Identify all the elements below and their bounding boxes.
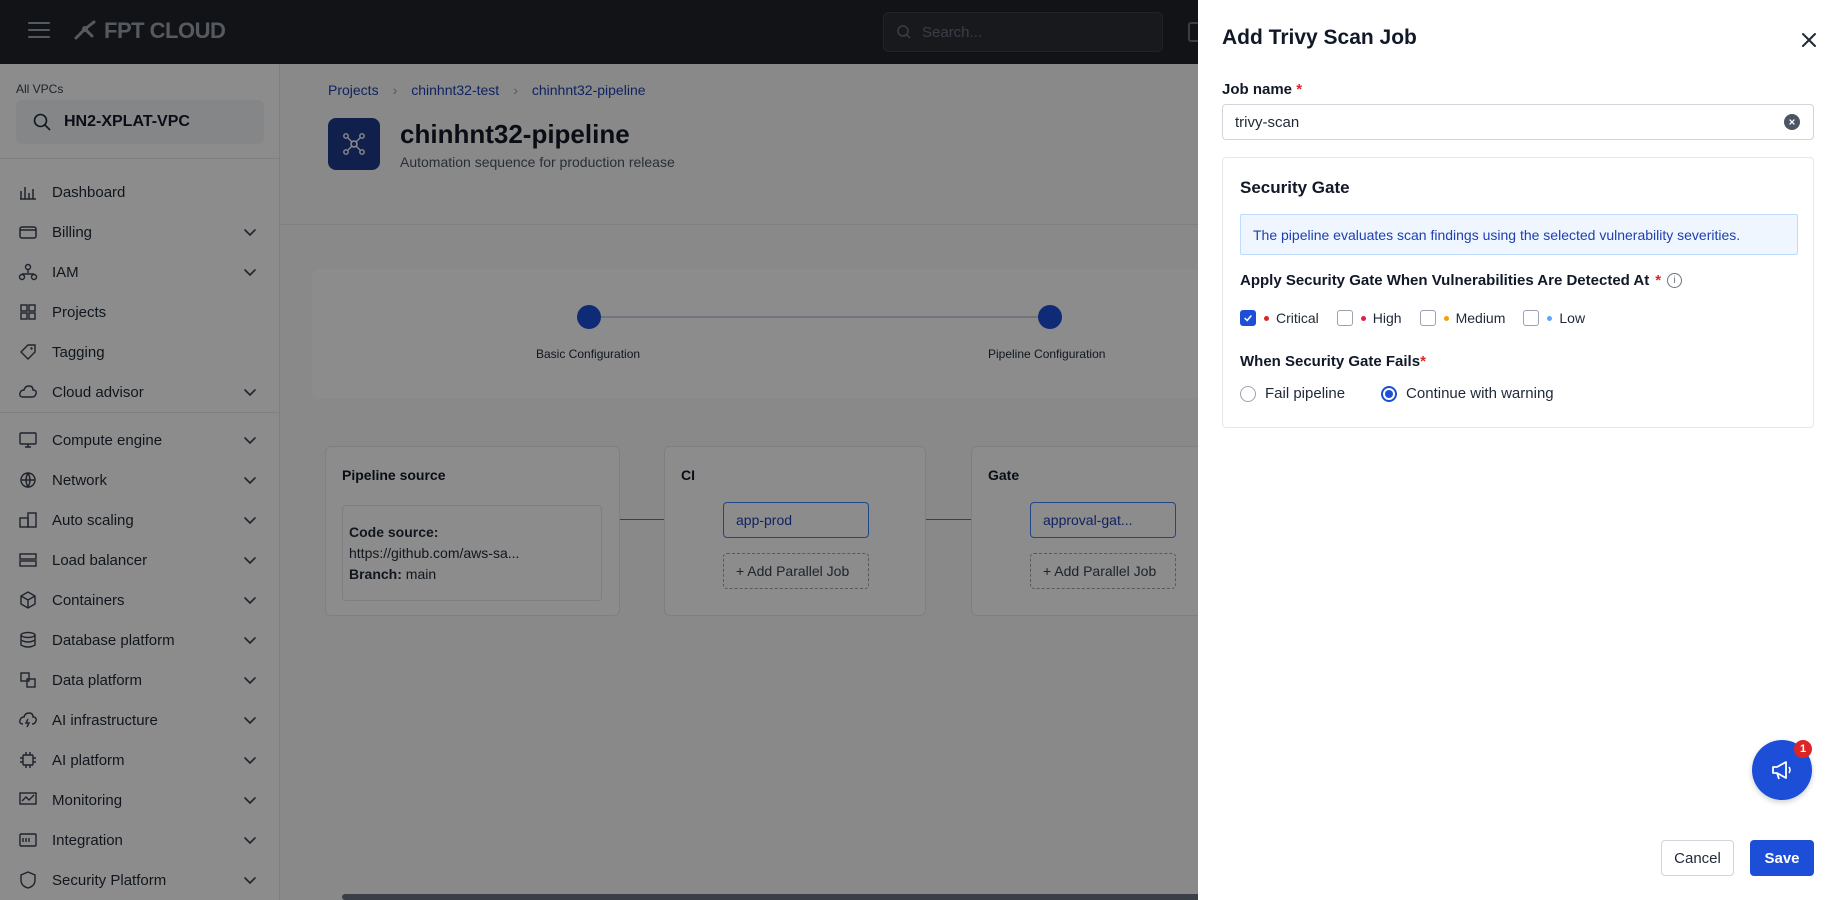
- security-gate-info: The pipeline evaluates scan findings usi…: [1240, 214, 1798, 255]
- radio-icon[interactable]: [1240, 385, 1256, 402]
- security-gate-title: Security Gate: [1240, 178, 1350, 197]
- close-icon[interactable]: [1799, 30, 1819, 50]
- severity-dot: [1547, 315, 1553, 321]
- add-trivy-scan-drawer: Add Trivy Scan Job Job name * Security G…: [1198, 0, 1838, 900]
- severity-label: Low: [1559, 310, 1586, 326]
- save-button[interactable]: Save: [1750, 840, 1814, 876]
- checkbox-icon[interactable]: [1419, 310, 1436, 326]
- cancel-button[interactable]: Cancel: [1661, 840, 1734, 876]
- severity-checkboxes: Critical High Medium Low: [1240, 310, 1603, 326]
- severity-dot: [1443, 315, 1449, 321]
- severity-dot: [1360, 315, 1366, 321]
- gate-fail-option-continue-with-warning[interactable]: Continue with warning: [1381, 385, 1554, 402]
- severity-label: Medium: [1455, 310, 1506, 326]
- job-name-label: Job name *: [1222, 81, 1303, 98]
- checkbox-icon[interactable]: [1240, 310, 1256, 326]
- severity-dot: [1264, 315, 1269, 321]
- security-gate-card: Security Gate The pipeline evaluates sca…: [1222, 157, 1814, 428]
- radio-icon[interactable]: [1381, 385, 1398, 402]
- severity-medium-checkbox[interactable]: Medium: [1419, 310, 1506, 326]
- checkbox-icon[interactable]: [1336, 310, 1353, 326]
- info-icon[interactable]: i: [1667, 273, 1683, 288]
- severity-label: Critical: [1276, 310, 1319, 326]
- severity-low-checkbox[interactable]: Low: [1523, 310, 1585, 326]
- checkbox-icon[interactable]: [1523, 310, 1540, 326]
- drawer-title: Add Trivy Scan Job: [1222, 26, 1417, 49]
- radio-label: Fail pipeline: [1265, 385, 1346, 402]
- severity-high-checkbox[interactable]: High: [1336, 310, 1402, 326]
- gate-fails-options: Fail pipeline Continue with warning: [1240, 385, 1590, 402]
- job-name-input[interactable]: [1222, 104, 1814, 140]
- severity-label: High: [1372, 310, 1402, 326]
- radio-label: Continue with warning: [1406, 385, 1554, 402]
- notification-badge: 1: [1794, 740, 1812, 758]
- clear-input-icon[interactable]: [1784, 114, 1800, 130]
- gate-fails-label: When Security Gate Fails*: [1240, 353, 1426, 370]
- severity-question-label: Apply Security Gate When Vulnerabilities…: [1240, 272, 1683, 289]
- gate-fail-option-fail-pipeline[interactable]: Fail pipeline: [1240, 385, 1345, 402]
- severity-critical-checkbox[interactable]: Critical: [1240, 310, 1319, 326]
- megaphone-icon: [1772, 761, 1791, 780]
